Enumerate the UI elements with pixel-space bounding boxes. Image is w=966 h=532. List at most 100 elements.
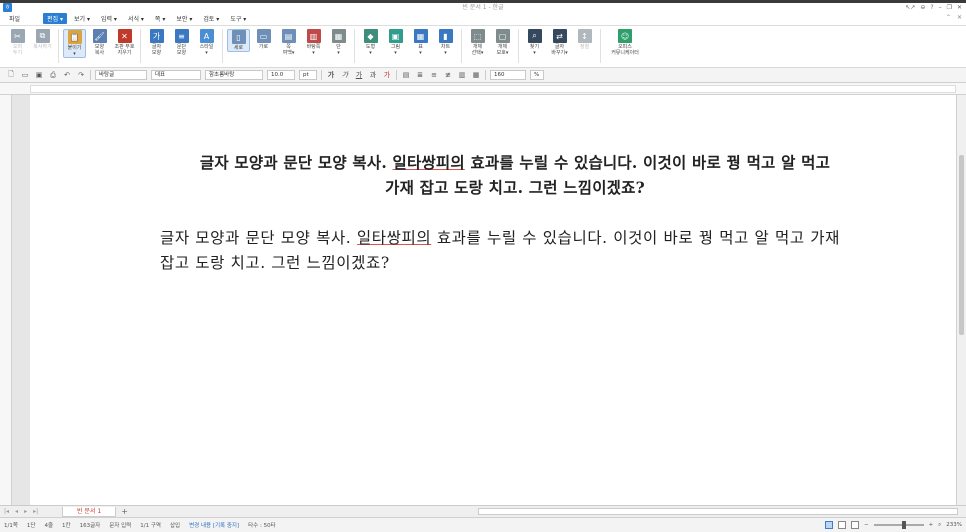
ribbon-button-picture[interactable]: ▣ 그림 ▾ [384, 29, 407, 56]
scroll-thumb[interactable] [959, 155, 964, 335]
vertical-scrollbar[interactable] [956, 95, 966, 505]
maximize-button[interactable]: ❐ [947, 3, 952, 12]
prev-tab-icon[interactable]: ◂ [15, 508, 18, 515]
style-select[interactable]: 바탕글 [95, 70, 147, 80]
line-spacing-input[interactable]: 160 [490, 70, 526, 80]
ribbon-button-margin[interactable]: ▤ 쪽 여백▾ [277, 29, 300, 56]
italic-button[interactable]: 가 [340, 70, 350, 80]
print-icon[interactable]: ⎙ [48, 71, 58, 80]
zoom-out-icon[interactable]: − [864, 522, 869, 528]
ribbon-button-communicator[interactable]: ☺ 오피스 커뮤니케이터 [605, 29, 645, 56]
zoom-level[interactable]: 233% [946, 522, 962, 528]
ribbon-button-label: 문단 모양 [176, 44, 187, 56]
ribbon-button-table[interactable]: ▦ 표 ▾ [409, 29, 432, 56]
ribbon-button-style[interactable]: A 스타일 ▾ [195, 29, 218, 56]
status-page[interactable]: 1/1쪽 [4, 521, 18, 529]
zoom-slider[interactable] [873, 521, 924, 529]
menu-page[interactable]: 쪽 ▾ [151, 13, 169, 24]
horizontal-ruler[interactable] [0, 83, 966, 95]
last-tab-icon[interactable]: ▸| [33, 508, 38, 515]
font-color-button[interactable]: 가 [382, 70, 392, 80]
menu-tools[interactable]: 도구 ▾ [226, 13, 250, 24]
bold-button[interactable]: 가 [326, 70, 336, 80]
ribbon-button-binoculars[interactable]: ⌕ 찾기 ▾ [523, 29, 546, 56]
redo-icon[interactable]: ↷ [76, 71, 86, 79]
ribbon-button-portrait[interactable]: ▯ 세로 [227, 29, 250, 52]
align-justify-icon[interactable]: ▤ [401, 71, 411, 79]
zoom-in-icon[interactable]: + [929, 522, 934, 528]
ribbon-button-label: 모양 복사 [94, 44, 105, 56]
ribbon-separator [461, 29, 462, 63]
ribbon-separator [518, 29, 519, 63]
ribbon-button-sort[interactable]: ↕ 정렬 [573, 29, 596, 50]
language-select[interactable]: 대표 [151, 70, 201, 80]
font-size-input[interactable]: 10.0 [267, 70, 295, 80]
minimize-button[interactable]: – [939, 3, 942, 12]
web-view-button[interactable] [837, 521, 846, 529]
ribbon-button-master-page[interactable]: ▥ 바탕쪽 ▾ [302, 29, 325, 56]
ribbon-button-columns[interactable]: ▦ 단 ▾ [327, 29, 350, 56]
menu-view[interactable]: 보기 ▾ [70, 13, 94, 24]
ribbon-button-clear-format[interactable]: ✕ 조판 부호 지우기 [113, 29, 136, 56]
minimize-ribbon-icon[interactable]: ⊖ [920, 3, 925, 12]
status-input-mode[interactable]: 문자 입력 [109, 521, 131, 529]
menu-insert[interactable]: 입력 ▾ [97, 13, 121, 24]
close-button[interactable]: ✕ [957, 3, 962, 12]
line-spacing-unit[interactable]: % [530, 70, 544, 80]
distribute-icon[interactable]: ▥ [457, 71, 467, 79]
font-size-unit[interactable]: pt [299, 70, 317, 80]
char-spacing-button[interactable]: 과 [368, 70, 378, 80]
horizontal-scrollbar[interactable] [478, 508, 958, 515]
close-document-icon[interactable]: ✕ [957, 14, 962, 21]
ribbon-button-protect-object[interactable]: ▢ 개체 보호▾ [491, 29, 514, 56]
menu-security[interactable]: 보안 ▾ [172, 13, 196, 24]
ribbon-button-copy[interactable]: ⧉ 복사하기 [31, 29, 54, 50]
ribbon-button-format-painter[interactable]: 🖌 모양 복사 [88, 29, 111, 56]
menu-edit[interactable]: 편집 ▾ [43, 13, 68, 24]
ribbon-button-char-shape[interactable]: 가 글자 모양 [145, 29, 168, 56]
align-left-icon[interactable]: ≣ [415, 71, 425, 79]
ribbon-button-para-shape[interactable]: ≡ 문단 모양 [170, 29, 193, 56]
new-document-icon[interactable]: 🗋 [6, 70, 16, 81]
status-track-changes[interactable]: 변경 내용 [기록 중지] [189, 521, 239, 529]
ribbon-button-shape[interactable]: ◆ 도형 ▾ [359, 29, 382, 56]
align-right-icon[interactable]: ≢ [443, 71, 453, 79]
split-icon[interactable]: ▦ [471, 71, 481, 79]
menu-format[interactable]: 서식 ▾ [124, 13, 148, 24]
clear-format-icon: ✕ [117, 29, 132, 43]
menu-file[interactable]: 파일 [5, 13, 24, 24]
ribbon-button-landscape[interactable]: ▭ 가로 [252, 29, 275, 50]
align-center-icon[interactable]: ≡ [429, 71, 439, 79]
tab-document-1[interactable]: 빈 문서 1 [62, 506, 117, 517]
add-tab-button[interactable]: + [116, 507, 133, 516]
status-insert-mode[interactable]: 삽입 [170, 521, 180, 529]
ribbon-button-chart[interactable]: ▮ 차트 ▾ [434, 29, 457, 56]
underline-button[interactable]: 가 [354, 70, 364, 80]
ribbon-button-select-object[interactable]: ⬚ 개체 선택▾ [466, 29, 489, 56]
paragraph-body[interactable]: 글자 모양과 문단 모양 복사. 일타쌍피의 효과를 누릴 수 있습니다. 이것… [160, 226, 840, 276]
table-icon: ▦ [413, 29, 428, 43]
document-page[interactable]: 글자 모양과 문단 모양 복사. 일타쌍피의 효과를 누릴 수 있습니다. 이것… [30, 95, 956, 505]
ribbon-button-label: 스타일 ▾ [199, 44, 214, 56]
next-tab-icon[interactable]: ▸ [24, 508, 27, 515]
collapse-ribbon-icon[interactable]: ⌃ [946, 14, 951, 21]
save-icon[interactable]: ▣ [34, 71, 44, 79]
undo-icon[interactable]: ↶ [62, 71, 72, 79]
menu-review[interactable]: 검토 ▾ [199, 13, 223, 24]
help-icon[interactable]: ? [930, 3, 933, 12]
first-tab-icon[interactable]: |◂ [4, 508, 9, 515]
spellcheck-word[interactable]: 일타쌍피의 [393, 153, 465, 172]
fit-view-button[interactable] [850, 521, 859, 529]
vertical-ruler[interactable] [0, 95, 12, 505]
paragraph-centered-bold[interactable]: 글자 모양과 문단 모양 복사. 일타쌍피의 효과를 누릴 수 있습니다. 이것… [190, 150, 840, 200]
ribbon-button-replace[interactable]: ⇄ 글자 바꾸기▾ [548, 29, 571, 56]
font-select[interactable]: 함초롬바탕 [205, 70, 263, 80]
ribbon-button-scissors[interactable]: ✂ 오려 두기 [6, 29, 29, 56]
resize-icon[interactable]: ↖↗ [905, 3, 915, 12]
ribbon-button-paste[interactable]: 📋 붙이기 ▾ [63, 29, 86, 58]
spellcheck-word[interactable]: 일타쌍피의 [357, 229, 431, 247]
open-folder-icon[interactable]: ▭ [20, 71, 30, 79]
normal-view-button[interactable] [824, 521, 833, 529]
zoom-slider-knob[interactable] [901, 521, 906, 529]
zoom-search-icon[interactable]: ⌕ [938, 522, 941, 529]
